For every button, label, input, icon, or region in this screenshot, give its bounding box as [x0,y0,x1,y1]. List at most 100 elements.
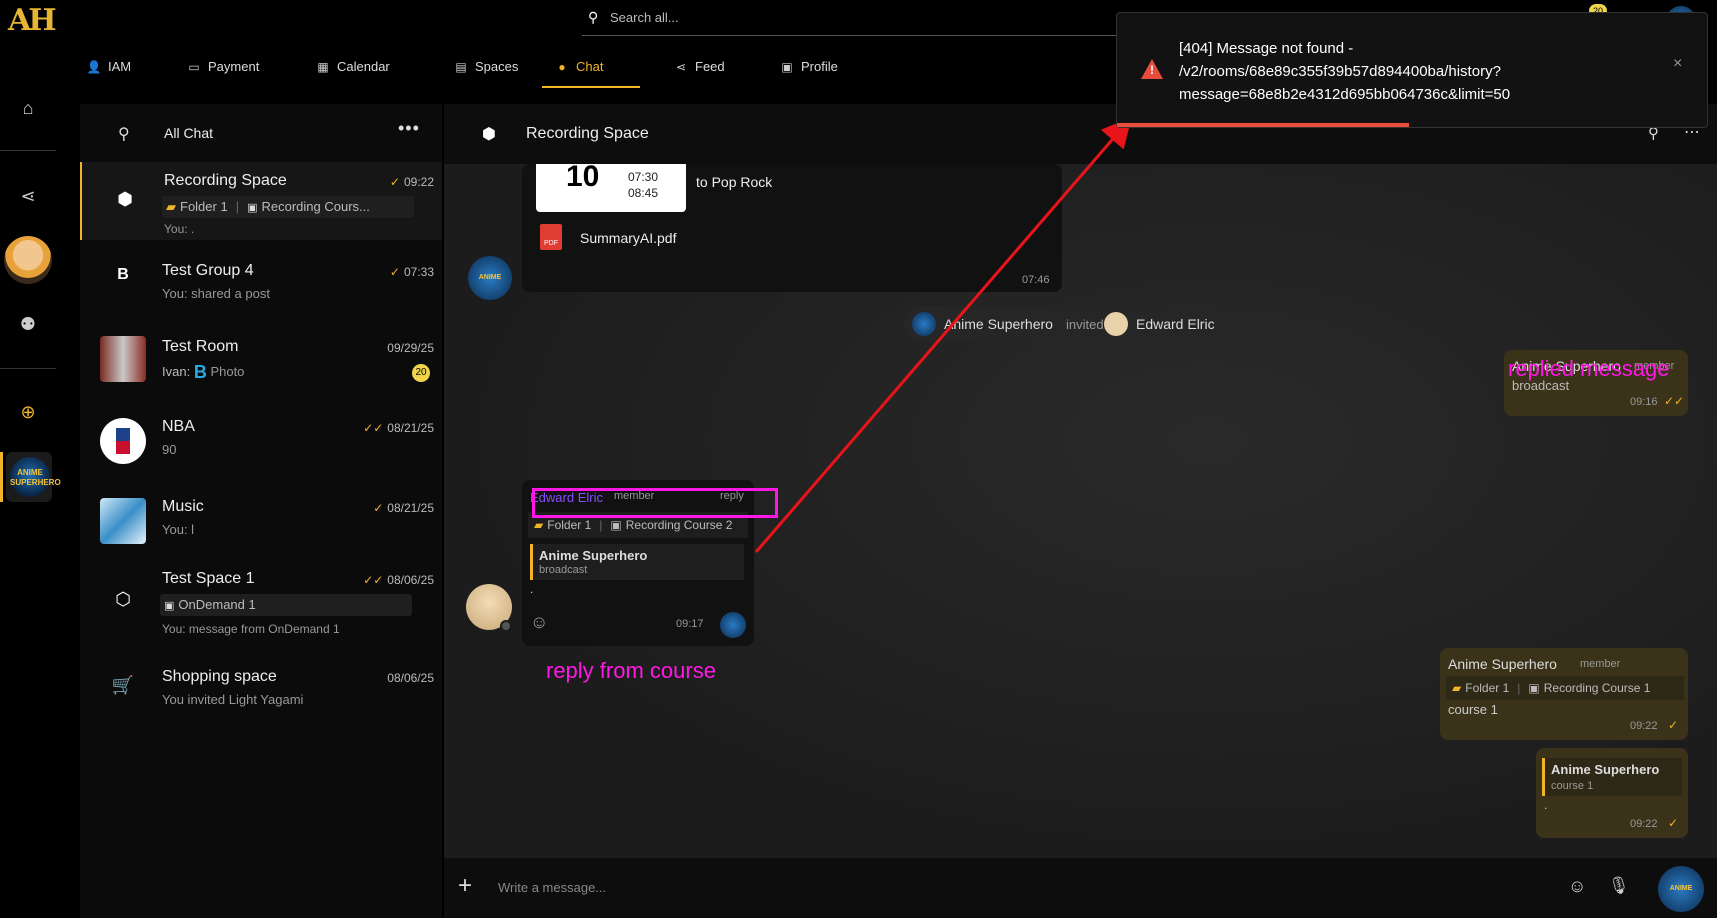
chat-item-test-room[interactable]: Test Room 09/29/25 Ivan: B Photo 20 [80,314,442,394]
tab-chat[interactable]: ● Chat [542,50,640,88]
image-icon: ▣ [610,518,622,532]
quoted-message[interactable]: Anime Superhero broadcast [530,544,744,580]
message-role: member [1580,658,1621,670]
read-check-icon: ✓✓ [1664,394,1685,408]
user-avatar[interactable] [4,236,52,284]
toast-message: [404] Message not found - /v2/rooms/68e8… [1179,40,1511,103]
chat-item-music[interactable]: Music ✓ 08/21/25 You: l [80,474,442,554]
quote-text: course 1 [1551,780,1594,792]
image-icon: ▣ [247,202,258,214]
add-space-icon[interactable]: ⊕ [16,400,40,424]
folder-icon: ▰ [534,518,544,532]
app-logo[interactable]: AH [8,0,57,42]
rail-divider [0,150,56,151]
image-icon: ▣ [1528,681,1540,695]
rail-active-indicator [0,452,3,502]
hexagon-icon: ⬢ [482,126,496,143]
chat-name: NBA [162,418,195,435]
target-name: Edward Elric [1136,316,1215,332]
chat-name: Test Room [162,338,239,355]
tab-feed[interactable]: ⋖ Feed [661,50,737,88]
chat-item-nba[interactable]: NBA ✓✓ 08/21/25 90 [80,394,442,474]
chat-item-test-group-4[interactable]: B Test Group 4 ✓ 07:33 You: shared a post [80,240,442,314]
global-search[interactable]: ⚲ Search all... [582,0,1142,36]
store-icon[interactable]: ⌂ [16,96,40,120]
chat-time: 08/06/25 [387,671,434,685]
reader-avatar [720,612,746,638]
chat-preview: 90 [162,442,177,457]
message-bubble-right: Anime Superhero member ▰ Folder 1 | ▣ Record… [1440,648,1688,740]
left-rail: AH ⌂ ⋖ ⚉ ⊕ ANIME SUPERHERO [0,0,61,918]
toast-progress [1117,123,1409,127]
hexagon-icon: ⬢ [117,189,133,209]
more-icon[interactable]: ••• [398,118,420,139]
tab-spaces[interactable]: ▤ Spaces [441,50,530,88]
microphone-icon[interactable]: 🎙 [1608,876,1630,896]
space-avatar[interactable]: ANIME SUPERHERO [6,452,61,502]
chat-item-test-space-1[interactable]: ⬡ Test Space 1 ✓✓ 08/06/25 ▣ OnDemand 1 Yo… [80,554,442,644]
database-icon: ▤ [455,60,467,74]
composer-avatar[interactable]: ANIME [1658,866,1704,912]
emoji-icon[interactable]: ☺ [530,612,548,633]
nba-avatar [100,418,146,464]
message-bubble: 10 07:30 08:45 to Pop Rock PDF SummaryAI… [522,164,1062,292]
unread-badge: 20 [412,364,430,382]
annotation-replied-message: replied message [1508,356,1670,381]
chat-time: ✓ 07:33 [389,265,434,279]
user-badge-icon[interactable]: ⚉ [16,312,40,336]
chat-preview: You invited Light Yagami [162,692,304,707]
message-composer: + Write a message... ☺ 🎙 ANIME [444,858,1717,918]
close-icon[interactable]: × [1673,55,1682,73]
message-text: course 1 [1448,702,1498,717]
chat-time: ✓ 08/21/25 [373,501,434,515]
chat-list-header: ⚲ All Chat ••• [80,104,442,162]
add-attachment-icon[interactable]: + [458,872,472,900]
message-text: . [1544,798,1548,812]
tab-calendar[interactable]: ▦ Calendar [303,50,402,88]
chat-list-panel: ⚲ All Chat ••• ⬢ Recording Space ✓ 09:22 … [80,104,442,918]
read-check-icon: ✓ [1668,718,1679,732]
system-verb: invited [1066,317,1104,332]
message-time: 09:22 [1630,720,1658,732]
folder-icon: ▰ [1452,681,1462,695]
chat-preview: You: . [164,222,195,236]
search-placeholder: Search all... [610,10,679,25]
emoji-icon[interactable]: ☺ [1568,876,1586,897]
annotation-reply-from-course: reply from course [546,658,716,683]
user-icon: 👤 [86,60,102,74]
pdf-icon: PDF [540,224,562,250]
read-check-icon: ✓ [1668,816,1679,830]
event-card[interactable]: 10 07:30 08:45 [536,164,686,212]
event-start: 07:30 [628,170,659,184]
image-icon: ▣ [164,600,175,612]
chat-name: Test Group 4 [162,262,254,279]
message-input[interactable]: Write a message... [498,880,606,895]
share-icon: ⋖ [675,60,687,74]
cart-icon: 🛒 [111,675,135,695]
chat-item-shopping-space[interactable]: 🛒 Shopping space 08/06/25 You invited Li… [80,644,442,724]
message-time: 09:17 [676,618,704,630]
sender-avatar[interactable]: ANIME [468,256,512,300]
chat-time: 09/29/25 [387,341,434,355]
quoted-message[interactable]: Anime Superhero course 1 [1542,758,1682,796]
chat-time: ✓✓ 08/06/25 [363,573,434,587]
chat-list-title: All Chat [164,125,214,141]
message-time: 09:16 [1630,396,1658,408]
search-icon: ⚲ [588,9,599,25]
chat-time: ✓✓ 08/21/25 [363,421,434,435]
tab-iam[interactable]: 👤 IAM [74,50,143,88]
tab-payment[interactable]: ▭ Payment [174,50,271,88]
event-day: 10 [566,164,600,193]
course-tag: ▰ Folder 1 | ▣ Recording Cours... [162,196,414,218]
search-icon[interactable]: ⚲ [118,124,130,144]
room-avatar [100,336,146,382]
actor-name: Anime Superhero [944,316,1053,332]
share-icon[interactable]: ⋖ [16,184,40,208]
file-name[interactable]: SummaryAI.pdf [580,230,676,246]
chat-item-recording-space[interactable]: ⬢ Recording Space ✓ 09:22 ▰ Folder 1 | ▣ Reco… [80,162,442,240]
error-toast: ! [404] Message not found - /v2/rooms/68… [1116,12,1708,128]
tab-profile[interactable]: ▣ Profile [767,50,850,88]
room-title[interactable]: Recording Space [526,125,649,143]
chat-name: Music [162,498,204,515]
target-avatar [1104,312,1128,336]
